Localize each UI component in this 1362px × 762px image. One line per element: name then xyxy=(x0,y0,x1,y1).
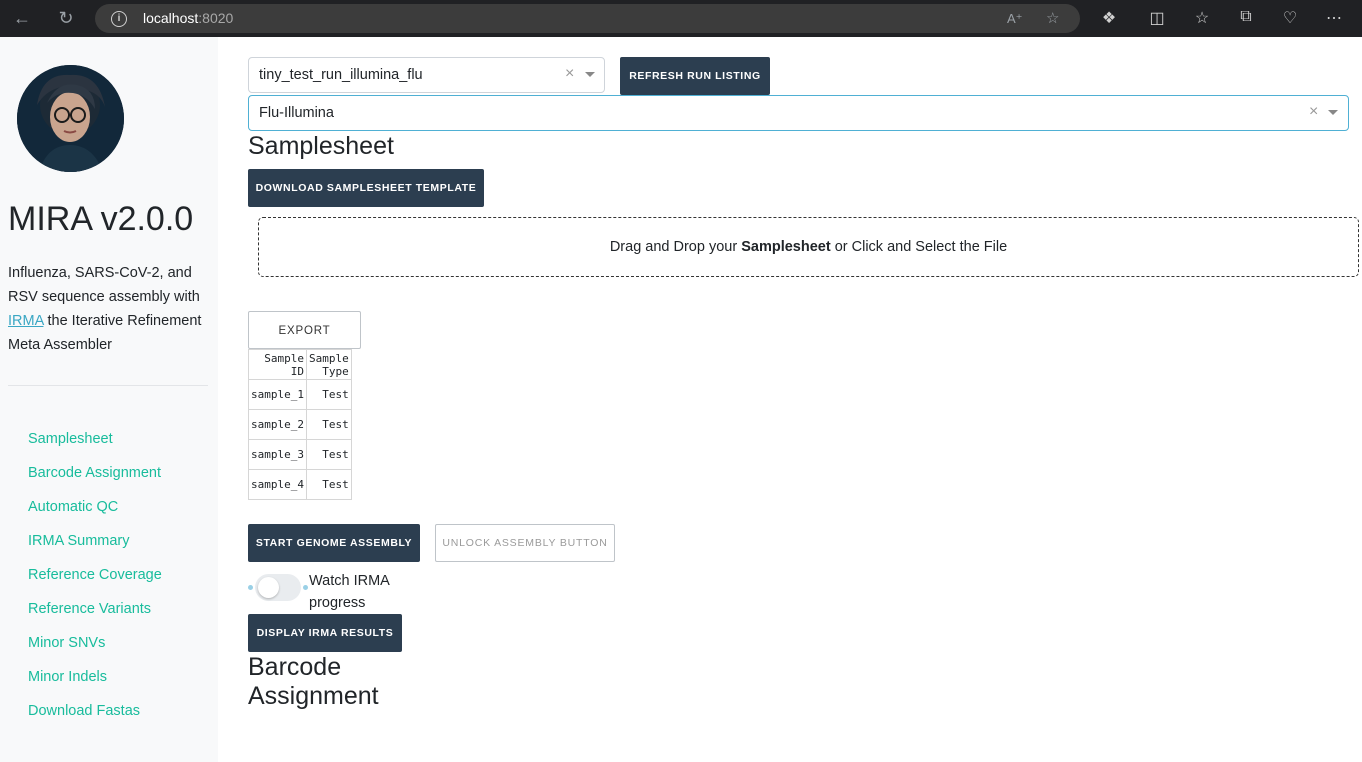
site-info-icon[interactable]: i xyxy=(111,11,127,27)
nav-minor-snvs[interactable]: Minor SNVs xyxy=(28,633,162,667)
samplesheet-heading: Samplesheet xyxy=(248,132,394,160)
toggle-right-dot xyxy=(303,585,308,590)
samplesheet-upload-dropzone[interactable]: Drag and Drop your Samplesheet or Click … xyxy=(258,217,1359,277)
back-icon[interactable]: ← xyxy=(10,7,34,29)
nav-irma-summary[interactable]: IRMA Summary xyxy=(28,531,162,565)
upload-text-bold: Samplesheet xyxy=(741,239,831,255)
unlock-assembly-button[interactable]: UNLOCK ASSEMBLY BUTTON xyxy=(435,524,615,562)
column-header-sample-type[interactable]: Sample Type xyxy=(305,349,352,380)
nav-automatic-qc[interactable]: Automatic QC xyxy=(28,497,162,531)
nav-reference-coverage[interactable]: Reference Coverage xyxy=(28,565,162,599)
split-screen-icon[interactable]: ◫ xyxy=(1146,8,1168,28)
upload-text-end: or Click and Select the File xyxy=(830,239,1008,255)
url-port: :8020 xyxy=(198,10,234,26)
experiment-type-select[interactable]: Flu-Illumina × xyxy=(248,95,1349,131)
toggle-knob[interactable] xyxy=(258,577,279,598)
run-select[interactable]: tiny_test_run_illumina_flu × xyxy=(248,57,605,93)
cell-sample-id[interactable]: sample_1 xyxy=(248,379,307,410)
sidebar-nav: Samplesheet Barcode Assignment Automatic… xyxy=(28,429,162,735)
watch-irma-progress-label: Watch IRMA progress xyxy=(309,573,390,611)
upload-text: Drag and Drop your xyxy=(609,239,742,255)
cell-sample-id[interactable]: sample_2 xyxy=(248,409,307,440)
browser-toolbar: ← ↻ i localhost:8020 A⁺ ☆ ❖ ◫ ☆ ⧉ ♡ ⋯ xyxy=(0,0,1362,37)
table-row: sample_3 Test xyxy=(248,439,352,470)
experiment-select-value: Flu-Illumina xyxy=(259,105,334,121)
favorite-star-icon[interactable]: ☆ xyxy=(1046,9,1059,27)
nav-samplesheet[interactable]: Samplesheet xyxy=(28,429,162,463)
irma-link[interactable]: IRMA xyxy=(8,313,43,329)
nav-minor-indels[interactable]: Minor Indels xyxy=(28,667,162,701)
table-header-row: Sample ID Sample Type xyxy=(248,349,352,380)
favorites-icon[interactable]: ☆ xyxy=(1191,8,1213,28)
cell-sample-type[interactable]: Test xyxy=(305,469,352,500)
read-aloud-icon[interactable]: A⁺ xyxy=(1007,11,1023,27)
run-select-clear-icon[interactable]: × xyxy=(565,65,574,83)
display-irma-results-button[interactable]: DISPLAY IRMA RESULTS xyxy=(248,614,402,652)
experiment-select-clear-icon[interactable]: × xyxy=(1309,103,1318,121)
cell-sample-type[interactable]: Test xyxy=(305,379,352,410)
nav-barcode-assignment[interactable]: Barcode Assignment xyxy=(28,463,162,497)
cell-sample-id[interactable]: sample_4 xyxy=(248,469,307,500)
extensions-icon[interactable]: ❖ xyxy=(1098,8,1120,28)
cell-sample-type[interactable]: Test xyxy=(305,409,352,440)
barcode-assignment-heading: Barcode Assignment xyxy=(248,653,379,710)
table-row: sample_1 Test xyxy=(248,379,352,410)
column-header-sample-id[interactable]: Sample ID xyxy=(248,349,307,380)
run-select-value: tiny_test_run_illumina_flu xyxy=(259,67,423,83)
more-menu-icon[interactable]: ⋯ xyxy=(1323,8,1345,28)
download-samplesheet-template-button[interactable]: DOWNLOAD SAMPLESHEET TEMPLATE xyxy=(248,169,484,207)
start-genome-assembly-button[interactable]: START GENOME ASSEMBLY xyxy=(248,524,420,562)
app-title: MIRA v2.0.0 xyxy=(8,200,194,238)
experiment-select-chevron-down-icon[interactable] xyxy=(1328,110,1338,115)
export-button[interactable]: EXPORT xyxy=(248,311,361,349)
app-description: Influenza, SARS-CoV-2, and RSV sequence … xyxy=(8,261,213,357)
table-row: sample_2 Test xyxy=(248,409,352,440)
toggle-left-dot xyxy=(248,585,253,590)
table-row: sample_4 Test xyxy=(248,469,352,500)
url-host: localhost xyxy=(143,10,199,26)
sidebar-divider xyxy=(8,385,208,386)
cell-sample-type[interactable]: Test xyxy=(305,439,352,470)
app-logo-avatar xyxy=(17,65,124,172)
description-text: Influenza, SARS-CoV-2, and RSV sequence … xyxy=(8,265,200,305)
refresh-run-listing-button[interactable]: REFRESH RUN LISTING xyxy=(620,57,770,95)
run-select-chevron-down-icon[interactable] xyxy=(585,72,595,77)
url-text[interactable]: localhost:8020 xyxy=(143,10,233,26)
nav-download-fastas[interactable]: Download Fastas xyxy=(28,701,162,735)
collections-icon[interactable]: ⧉ xyxy=(1235,8,1257,26)
reload-icon[interactable]: ↻ xyxy=(54,7,78,29)
cell-sample-id[interactable]: sample_3 xyxy=(248,439,307,470)
address-bar[interactable]: i localhost:8020 A⁺ ☆ xyxy=(95,4,1080,33)
samplesheet-table: Sample ID Sample Type sample_1 Test samp… xyxy=(248,349,352,500)
nav-reference-variants[interactable]: Reference Variants xyxy=(28,599,162,633)
sidebar: MIRA v2.0.0 Influenza, SARS-CoV-2, and R… xyxy=(0,37,218,762)
browser-essentials-icon[interactable]: ♡ xyxy=(1279,8,1301,28)
watch-irma-progress-toggle[interactable] xyxy=(255,574,301,601)
